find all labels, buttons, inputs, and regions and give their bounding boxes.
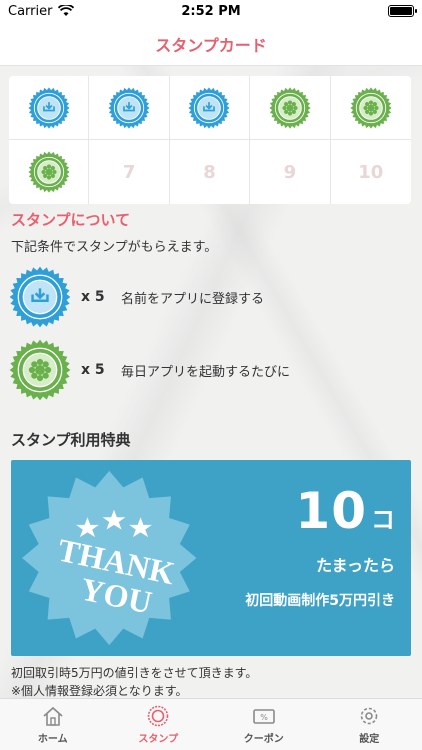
benefit-count-unit: コ bbox=[371, 506, 395, 534]
tab-gear[interactable]: 設定 bbox=[317, 699, 422, 750]
thank-you-badge-icon: THANK YOU bbox=[22, 470, 197, 646]
stamp-cell bbox=[9, 76, 90, 140]
benefit-reward: 初回動画制作5万円引き bbox=[245, 593, 395, 609]
empty-slot-number: 10 bbox=[358, 161, 384, 183]
empty-slot-number: 8 bbox=[203, 161, 216, 183]
benefit-count: 10 コ bbox=[295, 482, 395, 540]
empty-slot-number: 9 bbox=[283, 161, 297, 183]
benefit-condition: たまったら bbox=[316, 556, 395, 575]
stamp-seal-blue-icon bbox=[188, 86, 231, 129]
carrier-label: Carrier bbox=[8, 3, 53, 19]
stamp-cell: 7 bbox=[89, 140, 170, 204]
stamp-icon bbox=[147, 705, 169, 726]
rule-text: 毎日アプリを起動するたびに bbox=[121, 364, 291, 380]
rule-multiplier: x 5 bbox=[81, 289, 105, 305]
rule-text: 名前をアプリに登録する bbox=[121, 291, 265, 307]
gear-icon bbox=[360, 707, 378, 724]
tab-label: スタンプ bbox=[138, 733, 179, 745]
about-stamps-description: 下記条件でスタンプがもらえます。 bbox=[11, 240, 218, 255]
benefit-note-required: ※個人情報登録必須となります。 bbox=[11, 684, 188, 698]
stamp-cell bbox=[250, 76, 331, 140]
stamp-cell: 9 bbox=[250, 140, 331, 204]
rule-multiplier: x 5 bbox=[81, 362, 105, 378]
stamp-cell bbox=[169, 76, 251, 140]
empty-slot-number: 7 bbox=[122, 161, 136, 183]
stamp-seal-green-icon bbox=[350, 86, 392, 129]
tab-label: クーポン bbox=[243, 733, 284, 745]
tab-bar: ホーム スタンプ% クーポン 設定 bbox=[0, 698, 422, 750]
stamp-cell: 10 bbox=[331, 140, 411, 204]
benefit-note: 初回取引時5万円の値引きをさせて頂きます。 bbox=[11, 666, 258, 680]
stamp-cell: 8 bbox=[170, 140, 251, 204]
navigation-bar: スタンプカード bbox=[0, 22, 422, 66]
wifi-icon bbox=[58, 5, 75, 16]
rule-row-register: x 5 名前をアプリに登録する bbox=[9, 266, 264, 328]
status-bar: Carrier 2:52 PM bbox=[0, 0, 422, 22]
stamp-cell bbox=[9, 140, 90, 204]
page-title: スタンプカード bbox=[155, 35, 267, 55]
benefit-count-number: 10 bbox=[295, 482, 367, 540]
benefit-banner: THANK YOU 10 コ たまったら 初回動画制作5万円引き bbox=[11, 460, 411, 656]
tab-label: 設定 bbox=[359, 733, 380, 745]
tab-home[interactable]: ホーム bbox=[0, 699, 106, 750]
tab-label: ホーム bbox=[37, 733, 68, 745]
stamp-seal-green-icon bbox=[28, 151, 70, 193]
stamp-seal-blue-icon bbox=[28, 86, 70, 129]
stamp-cell bbox=[89, 76, 170, 140]
main-content[interactable]: 7 8 9 10 スタンプについて 下記条件でスタンプがもらえます。 x 5 名前をア… bbox=[0, 66, 422, 698]
stamp-cell bbox=[330, 76, 411, 140]
tab-coupon[interactable]: % クーポン bbox=[211, 699, 317, 750]
rule-row-launch: x 5 毎日アプリを起動するたびに bbox=[9, 339, 290, 401]
coupon-icon: % bbox=[252, 708, 275, 724]
about-stamps-heading: スタンプについて bbox=[11, 211, 131, 229]
tab-stamp[interactable]: スタンプ bbox=[106, 699, 212, 750]
stamp-seal-blue-icon bbox=[108, 86, 150, 129]
stamp-seal-blue-icon bbox=[9, 266, 71, 328]
stamp-card-grid: 7 8 9 10 bbox=[9, 76, 411, 204]
stamp-seal-green-icon bbox=[9, 339, 71, 401]
battery-icon bbox=[388, 5, 417, 17]
svg-text:%: % bbox=[260, 713, 268, 722]
benefit-heading: スタンプ利用特典 bbox=[11, 431, 131, 449]
stamp-seal-green-icon bbox=[269, 86, 311, 129]
home-icon bbox=[43, 706, 63, 726]
